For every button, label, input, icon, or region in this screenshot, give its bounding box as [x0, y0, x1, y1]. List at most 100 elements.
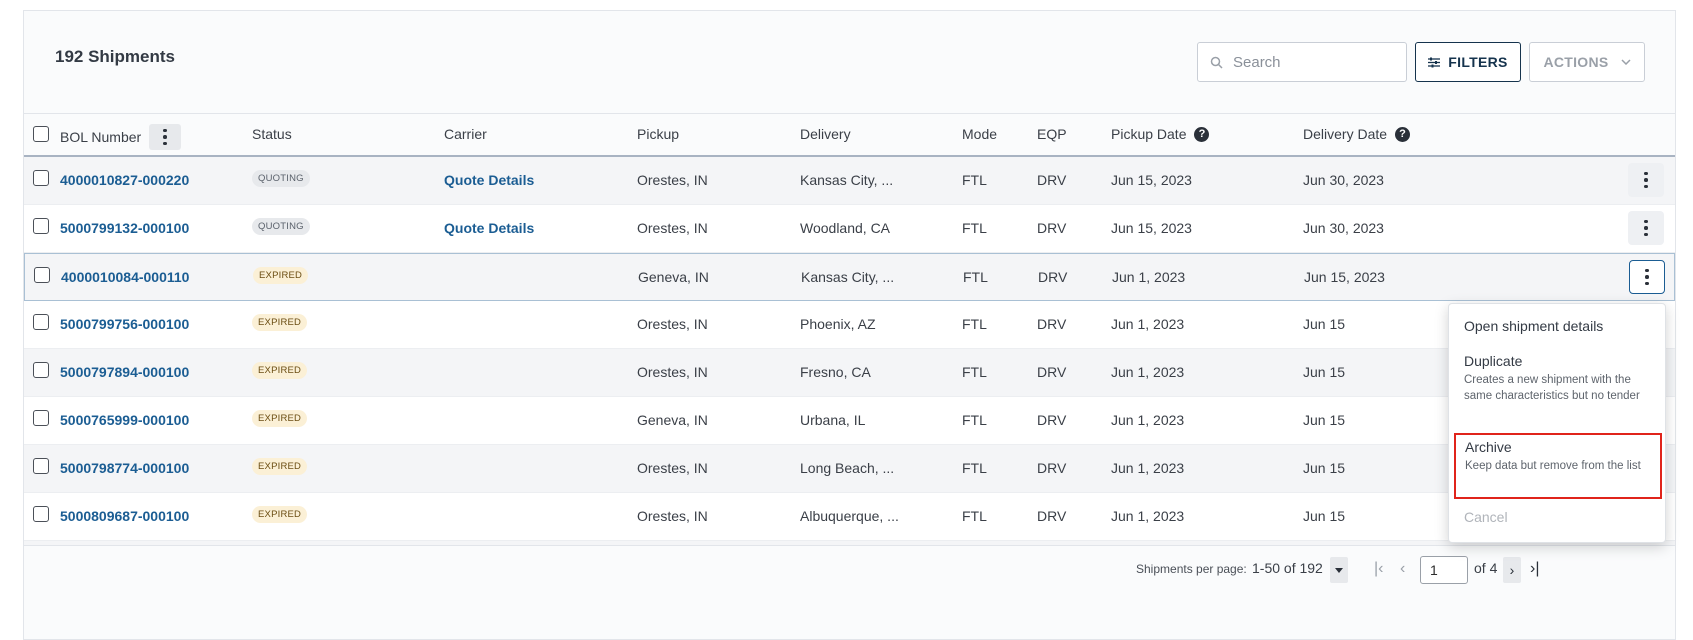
- next-page-icon[interactable]: ›: [1503, 557, 1521, 583]
- row-checkbox[interactable]: [33, 218, 49, 234]
- cell-eqp: DRV: [1037, 508, 1067, 524]
- cell-delivery-date: Jun 15: [1303, 460, 1346, 476]
- menu-archive-desc: Keep data but remove from the list: [1465, 460, 1641, 472]
- row-checkbox[interactable]: [33, 506, 49, 522]
- bol-link[interactable]: 5000799756-000100: [60, 316, 189, 332]
- col-mode: Mode: [962, 126, 998, 142]
- status-badge: EXPIRED: [252, 314, 308, 331]
- cell-pickup: Geneva, IN: [637, 412, 708, 428]
- cell-mode: FTL: [963, 269, 988, 285]
- table-row[interactable]: 4000010827-000220 QUOTING Quote Details Ore…: [24, 157, 1675, 205]
- bol-link[interactable]: 4000010827-000220: [60, 172, 189, 188]
- help-icon[interactable]: ?: [1194, 126, 1210, 142]
- cell-mode: FTL: [962, 460, 987, 476]
- search-icon: [1210, 56, 1223, 69]
- status-badge: QUOTING: [252, 218, 310, 235]
- status-badge: EXPIRED: [252, 410, 308, 427]
- menu-duplicate[interactable]: Duplicate Creates a new shipment with th…: [1449, 353, 1665, 404]
- last-page-icon[interactable]: ›|: [1530, 560, 1539, 578]
- select-all-checkbox[interactable]: [33, 126, 49, 142]
- table-body: 4000010827-000220 QUOTING Quote Details Ore…: [24, 157, 1675, 589]
- cell-delivery: Woodland, CA: [800, 220, 891, 236]
- row-checkbox[interactable]: [33, 362, 49, 378]
- help-icon[interactable]: ?: [1395, 126, 1411, 142]
- cell-delivery: Long Beach, ...: [800, 460, 895, 476]
- row-menu-button[interactable]: [1628, 211, 1664, 245]
- table-row[interactable]: 5000765999-000100 EXPIRED Geneva, IN Urbana…: [24, 397, 1675, 445]
- col-pickup-date: Pickup Date ?: [1111, 126, 1210, 142]
- row-checkbox[interactable]: [33, 458, 49, 474]
- table-row[interactable]: 4000010084-000110 EXPIRED Geneva, IN Kansas…: [24, 253, 1675, 301]
- filters-button[interactable]: FILTERS: [1415, 42, 1521, 82]
- page-range: 1-50 of 192: [1252, 560, 1323, 576]
- first-page-icon[interactable]: |‹: [1374, 560, 1383, 578]
- cell-eqp: DRV: [1037, 412, 1067, 428]
- cell-delivery-date: Jun 30, 2023: [1303, 220, 1384, 236]
- row-checkbox[interactable]: [33, 410, 49, 426]
- table-row[interactable]: 5000798774-000100 EXPIRED Orestes, IN Long …: [24, 445, 1675, 493]
- bol-link[interactable]: 5000765999-000100: [60, 412, 189, 428]
- per-page-dropdown[interactable]: [1330, 557, 1348, 583]
- bol-link[interactable]: 5000797894-000100: [60, 364, 189, 380]
- cell-delivery: Albuquerque, ...: [800, 508, 899, 524]
- cell-pickup-date: Jun 1, 2023: [1111, 316, 1185, 332]
- search-input[interactable]: [1233, 53, 1393, 71]
- table-row[interactable]: 5000797894-000100 EXPIRED Orestes, IN Fresn…: [24, 349, 1675, 397]
- cell-mode: FTL: [962, 508, 987, 524]
- more-vert-icon: [1644, 171, 1648, 189]
- col-delivery: Delivery: [800, 126, 851, 142]
- menu-archive[interactable]: Archive Keep data but remove from the li…: [1454, 433, 1662, 499]
- table-row[interactable]: 5000809687-000100 EXPIRED Orestes, IN Albuq…: [24, 493, 1675, 541]
- row-checkbox[interactable]: [33, 170, 49, 186]
- more-vert-icon: [1645, 268, 1649, 286]
- table-row[interactable]: 5000799132-000100 QUOTING Quote Details Ore…: [24, 205, 1675, 253]
- pagination-footer: Shipments per page: 1-50 of 192 |‹ ‹ 1 o…: [24, 545, 1675, 595]
- row-checkbox[interactable]: [34, 267, 50, 283]
- cell-eqp: DRV: [1037, 364, 1067, 380]
- row-checkbox[interactable]: [33, 314, 49, 330]
- table-row[interactable]: 5000799756-000100 EXPIRED Orestes, IN Phoen…: [24, 301, 1675, 349]
- cell-pickup-date: Jun 1, 2023: [1111, 508, 1185, 524]
- cell-mode: FTL: [962, 316, 987, 332]
- col-pickup: Pickup: [637, 126, 680, 142]
- bol-link[interactable]: 5000799132-000100: [60, 220, 189, 236]
- cell-mode: FTL: [962, 412, 987, 428]
- quote-details-link[interactable]: Quote Details: [444, 172, 534, 188]
- cell-pickup-date: Jun 1, 2023: [1111, 460, 1185, 476]
- column-menu-button[interactable]: [149, 124, 182, 150]
- quote-details-link[interactable]: Quote Details: [444, 220, 534, 236]
- actions-label: ACTIONS: [1543, 54, 1609, 70]
- bol-link[interactable]: 4000010084-000110: [61, 269, 189, 285]
- more-vert-icon: [1644, 219, 1648, 237]
- menu-open-label: Open shipment details: [1464, 318, 1604, 334]
- status-badge: EXPIRED: [252, 506, 308, 523]
- cell-delivery-date: Jun 15: [1303, 412, 1346, 428]
- cell-delivery-date: Jun 15: [1303, 364, 1346, 380]
- prev-page-icon[interactable]: ‹: [1400, 560, 1405, 578]
- actions-button[interactable]: ACTIONS: [1529, 42, 1645, 82]
- row-menu-button[interactable]: [1628, 163, 1664, 197]
- cell-eqp: DRV: [1037, 460, 1067, 476]
- cell-delivery: Phoenix, AZ: [800, 316, 876, 332]
- search-box[interactable]: [1197, 42, 1407, 82]
- cell-mode: FTL: [962, 172, 987, 188]
- per-page-label: Shipments per page:: [1136, 562, 1247, 576]
- chevron-down-icon: [1621, 59, 1631, 65]
- cell-delivery: Urbana, IL: [800, 412, 866, 428]
- shipments-table: BOL Number Status Carrier Pickup Deliver…: [24, 113, 1675, 589]
- bol-link[interactable]: 5000809687-000100: [60, 508, 189, 524]
- cell-pickup-date: Jun 1, 2023: [1111, 364, 1185, 380]
- col-bol-label: BOL Number: [60, 129, 142, 145]
- cell-pickup-date: Jun 15, 2023: [1111, 172, 1192, 188]
- cell-delivery-date: Jun 15, 2023: [1304, 269, 1385, 285]
- page-input[interactable]: 1: [1420, 556, 1468, 584]
- filters-label: FILTERS: [1448, 54, 1508, 70]
- page-title: 192 Shipments: [55, 47, 175, 66]
- cell-eqp: DRV: [1037, 220, 1067, 236]
- col-delivery-date: Delivery Date ?: [1303, 126, 1411, 142]
- menu-open-details[interactable]: Open shipment details: [1449, 318, 1665, 334]
- total-pages: of 4: [1474, 560, 1498, 576]
- bol-link[interactable]: 5000798774-000100: [60, 460, 189, 476]
- menu-cancel[interactable]: Cancel: [1449, 509, 1665, 525]
- row-menu-button[interactable]: [1629, 260, 1665, 294]
